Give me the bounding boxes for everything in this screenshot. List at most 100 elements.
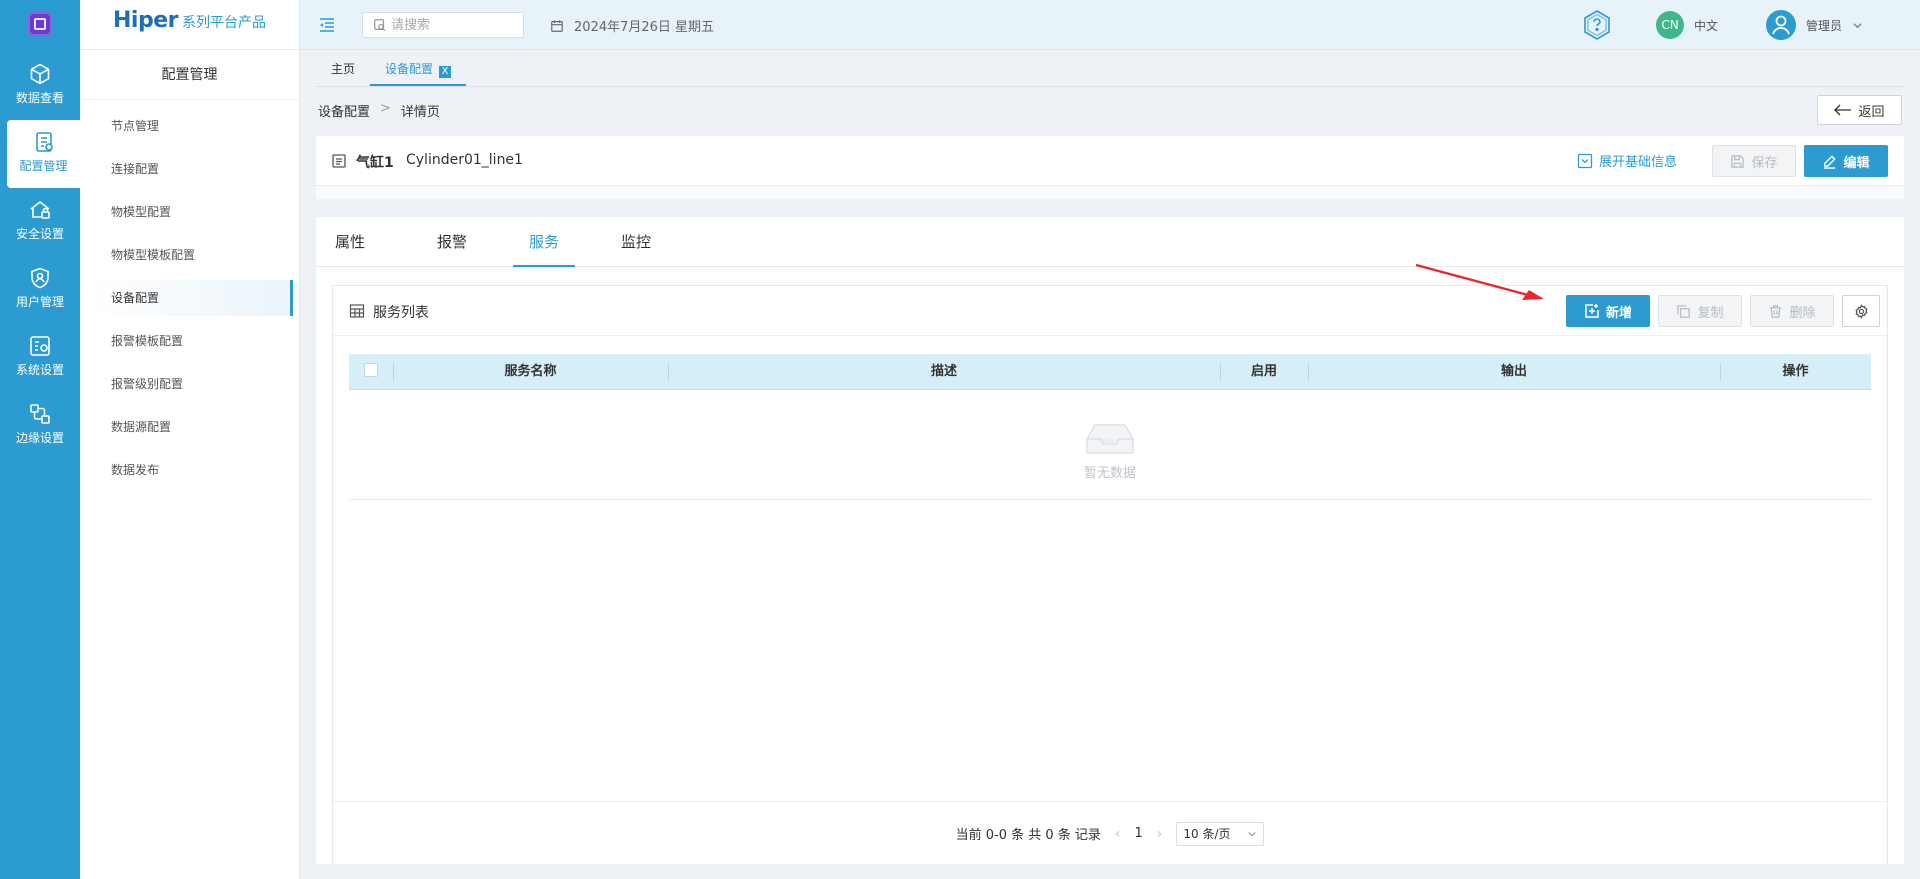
device-title-card: 气缸1 Cylinder01_line1 展开基础信息 保存 编辑	[316, 136, 1904, 186]
tab-alarms[interactable]: 报警	[421, 217, 483, 267]
breadcrumb-item-device-config[interactable]: 设备配置	[318, 101, 370, 120]
rail-item-label: 数据查看	[15, 91, 64, 105]
rail-item-edge[interactable]: 边缘设置	[0, 392, 80, 460]
pagination: 当前 0-0 条 共 0 条 记录 ‹ 1 › 10 条/页	[333, 801, 1887, 865]
column-settings-button[interactable]	[1842, 295, 1880, 327]
help-hexagon-icon[interactable]	[1580, 8, 1614, 42]
breadcrumb-item-detail: 详情页	[400, 105, 440, 120]
chevron-down-icon	[1853, 22, 1862, 28]
tab-services[interactable]: 服务	[513, 217, 576, 267]
device-code: Cylinder01_line1	[406, 152, 523, 168]
brand-logo: Hiper 系列平台产品	[80, 0, 299, 50]
page-number[interactable]: 1	[1135, 826, 1143, 841]
table-header: 服务名称 描述 启用 输出 操作	[349, 354, 1871, 390]
rail-item-users[interactable]: 用户管理	[0, 256, 80, 324]
rail-item-label: 系统设置	[15, 363, 64, 377]
tab-label: 设备配置	[385, 62, 434, 76]
user-menu[interactable]: 管理员	[1766, 10, 1863, 40]
config-icon	[35, 132, 53, 152]
column-header-service-name: 服务名称	[393, 354, 668, 390]
pagination-summary: 当前 0-0 条 共 0 条 记录	[955, 828, 1101, 843]
language-switch[interactable]: CN 中文	[1656, 11, 1718, 39]
column-header-enabled: 启用	[1220, 354, 1308, 390]
sidebar-item-thing-model-template[interactable]: 物模型模板配置	[88, 237, 293, 273]
expand-label: 展开基础信息	[1599, 155, 1678, 170]
icon-rail: 数据查看 配置管理 安全设置 用户管理 系统设置 边缘设置	[0, 0, 80, 879]
empty-text: 暂无数据	[1083, 466, 1136, 481]
save-button[interactable]: 保存	[1712, 145, 1796, 177]
column-header-output: 输出	[1308, 354, 1720, 390]
sidebar-item-alarm-template[interactable]: 报警模板配置	[88, 323, 293, 359]
service-list-panel: 服务列表 新增 复制 删除 服务名称 描述 启用 输出 操作 暂无数据 当前 0…	[332, 285, 1888, 864]
prev-page-icon[interactable]: ‹	[1115, 826, 1121, 842]
edit-label: 编辑	[1843, 155, 1870, 171]
expand-down-icon	[1577, 153, 1593, 168]
rail-item-label: 安全设置	[15, 227, 64, 241]
tab-home[interactable]: 主页	[316, 54, 370, 86]
top-header: 2024年7月26日 星期五 CN 中文 管理员	[300, 0, 1920, 50]
add-label: 新增	[1605, 305, 1632, 321]
tab-properties[interactable]: 属性	[319, 217, 381, 267]
edge-nodes-icon	[30, 404, 50, 424]
sidebar-item-data-publish[interactable]: 数据发布	[88, 452, 293, 488]
avatar	[1766, 10, 1796, 40]
rail-item-system[interactable]: 系统设置	[0, 324, 80, 392]
back-label: 返回	[1858, 104, 1885, 120]
page-size-select[interactable]: 10 条/页	[1176, 821, 1265, 846]
cube-icon	[30, 63, 50, 85]
rail-item-label: 配置管理	[19, 159, 68, 173]
add-icon	[1585, 304, 1599, 318]
save-label: 保存	[1751, 155, 1778, 171]
system-settings-icon	[30, 336, 50, 356]
brand-main: Hiper	[113, 8, 178, 33]
delete-service-button[interactable]: 删除	[1750, 295, 1834, 327]
search-box[interactable]	[362, 12, 524, 38]
shield-user-icon	[31, 267, 49, 289]
column-header-actions: 操作	[1720, 354, 1871, 390]
empty-inbox-icon	[1086, 424, 1134, 454]
tabs-divider	[316, 86, 1904, 87]
page-tabs: 主页 设备配置 X	[316, 54, 467, 86]
arrow-left-icon	[1834, 104, 1852, 116]
select-all-checkbox[interactable]	[364, 362, 378, 377]
column-header-description: 描述	[668, 354, 1220, 390]
rail-item-label: 用户管理	[15, 295, 64, 309]
tab-monitoring[interactable]: 监控	[605, 217, 667, 267]
search-icon	[374, 19, 386, 32]
menu-collapse-icon[interactable]	[317, 15, 337, 35]
app-logo-icon	[28, 12, 52, 36]
sidebar-item-node-mgmt[interactable]: 节点管理	[88, 108, 293, 144]
breadcrumb-separator: >	[380, 101, 391, 116]
page-size-value: 10 条/页	[1183, 827, 1231, 841]
detail-tabs: 属性 报警 服务 监控	[316, 217, 1904, 267]
sidebar-item-connection[interactable]: 连接配置	[88, 151, 293, 187]
language-label: 中文	[1694, 18, 1719, 33]
brand-sub: 系列平台产品	[181, 15, 266, 31]
rail-item-data-view[interactable]: 数据查看	[0, 52, 80, 120]
expand-basic-info-button[interactable]: 展开基础信息	[1577, 151, 1677, 170]
sidebar-item-thing-model[interactable]: 物模型配置	[88, 194, 293, 230]
chevron-down-icon	[1248, 831, 1257, 836]
search-input[interactable]	[391, 16, 519, 34]
sidebar-item-device-config[interactable]: 设备配置	[88, 280, 293, 316]
sidebar-section-title: 配置管理	[80, 50, 299, 100]
copy-service-button[interactable]: 复制	[1658, 295, 1742, 327]
device-card-collapsed-area	[316, 186, 1904, 199]
edit-icon	[1824, 154, 1837, 169]
copy-icon	[1677, 304, 1691, 318]
document-icon	[332, 154, 346, 168]
rail-item-config[interactable]: 配置管理	[7, 120, 80, 188]
next-page-icon[interactable]: ›	[1157, 826, 1163, 842]
back-button[interactable]: 返回	[1817, 95, 1902, 125]
sidebar-item-alarm-level[interactable]: 报警级别配置	[88, 366, 293, 402]
main-content-card: 属性 报警 服务 监控 服务列表 新增 复制 删除 服务名称 描述 启用 输出 …	[316, 217, 1904, 864]
tab-close-icon[interactable]: X	[439, 66, 452, 78]
edit-button[interactable]: 编辑	[1804, 145, 1888, 177]
breadcrumb: 设备配置 > 详情页	[318, 101, 440, 120]
save-icon	[1731, 154, 1745, 168]
rail-item-security[interactable]: 安全设置	[0, 188, 80, 256]
sidebar-item-datasource[interactable]: 数据源配置	[88, 409, 293, 445]
tab-device-config[interactable]: 设备配置 X	[370, 54, 467, 86]
sidebar: Hiper 系列平台产品 配置管理 节点管理 连接配置 物模型配置 物模型模板配置…	[80, 0, 300, 879]
add-service-button[interactable]: 新增	[1566, 295, 1650, 327]
